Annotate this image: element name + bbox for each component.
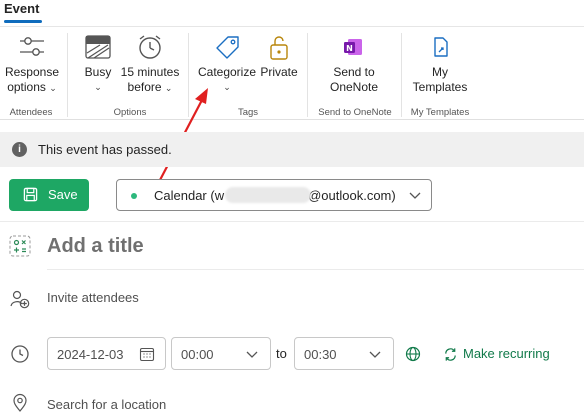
start-date-field[interactable]: 2024-12-03	[47, 337, 166, 370]
start-date-value: 2024-12-03	[57, 347, 124, 362]
title-underline	[47, 269, 584, 270]
clock-icon	[11, 345, 29, 363]
calendar-icon[interactable]	[139, 346, 155, 362]
calendar-account-prefix: Calendar (w	[154, 188, 225, 203]
start-time-value: 00:00	[181, 347, 214, 362]
make-recurring-label: Make recurring	[463, 346, 550, 361]
save-icon	[23, 187, 38, 202]
calendar-account-suffix: @outlook.com)	[308, 188, 396, 203]
redacted-email-blur	[225, 187, 311, 203]
location-search-input[interactable]: Search for a location	[47, 397, 166, 412]
invite-attendees-input[interactable]: Invite attendees	[47, 290, 139, 305]
end-time-select[interactable]: 00:30	[294, 337, 394, 370]
calendar-color-dot	[131, 193, 137, 199]
people-add-icon	[10, 290, 30, 309]
event-passed-banner: i This event has passed.	[0, 132, 584, 167]
save-label: Save	[48, 187, 78, 202]
start-time-select[interactable]: 00:00	[171, 337, 271, 370]
end-time-value: 00:30	[304, 347, 337, 362]
globe-icon[interactable]	[405, 346, 421, 362]
title-icon	[9, 235, 31, 257]
title-input[interactable]: Add a title	[47, 235, 144, 258]
to-label: to	[276, 346, 287, 361]
chevron-down-icon	[246, 351, 258, 358]
info-icon: i	[12, 142, 27, 157]
save-button[interactable]: Save	[9, 179, 89, 211]
location-pin-icon	[13, 393, 27, 412]
chevron-down-icon	[409, 192, 421, 199]
chevron-down-icon	[369, 351, 381, 358]
repeat-icon	[445, 348, 456, 361]
divider	[0, 221, 584, 222]
calendar-select[interactable]: Calendar (w @outlook.com)	[116, 179, 432, 211]
event-passed-text: This event has passed.	[38, 142, 172, 157]
